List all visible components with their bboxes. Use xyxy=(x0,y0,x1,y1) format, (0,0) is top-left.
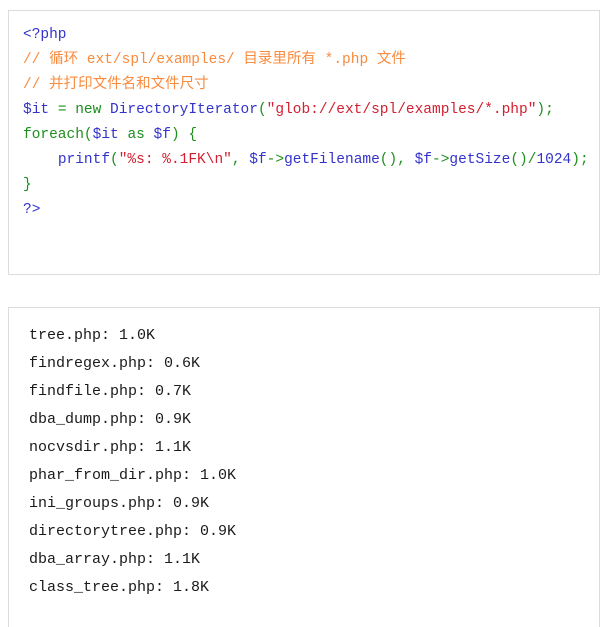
output-line: dba_array.php: 1.1K xyxy=(29,551,201,568)
output-line: phar_from_dir.php: 1.0K xyxy=(29,467,237,484)
output-line: ini_groups.php: 0.9K xyxy=(29,495,210,512)
code-token-punct: } xyxy=(23,177,32,193)
code-token-punct: , xyxy=(397,152,406,168)
code-token-kw: foreach xyxy=(23,127,84,143)
code-token-fn: getFilename xyxy=(284,152,380,168)
code-token-comment: // 并打印文件名和文件尺寸 xyxy=(23,77,209,93)
output-line: class_tree.php: 1.8K xyxy=(29,579,210,596)
code-token-punct: -> xyxy=(432,152,450,168)
code-token-var: $it xyxy=(92,127,119,143)
code-token-punct: ) xyxy=(571,152,580,168)
page-root: <?php // 循环 ext/spl/examples/ 目录里所有 *.php… xyxy=(0,0,614,627)
line-comment-1: // 循环 ext/spl/examples/ 目录里所有 *.php 文件 xyxy=(23,48,599,73)
output-line: findfile.php: 0.7K xyxy=(29,383,192,400)
code-token-fn: getSize xyxy=(449,152,511,168)
code-token-tag: ?> xyxy=(23,202,41,218)
code-token-punct: () xyxy=(510,152,528,168)
code-token-punct: ( xyxy=(110,152,119,168)
output-line: nocvsdir.php: 1.1K xyxy=(29,439,192,456)
line-assign-iterator: $it = new DirectoryIterator("glob://ext/… xyxy=(23,98,599,123)
output-line: findregex.php: 0.6K xyxy=(29,355,201,372)
code-token-kw: as xyxy=(127,127,145,143)
code-token-kw: new xyxy=(75,102,102,118)
code-token-var: $it xyxy=(23,102,50,118)
code-token-kw: = xyxy=(57,102,67,118)
code-token-fn: printf xyxy=(57,152,111,168)
output-line: directorytree.php: 0.9K xyxy=(29,523,237,540)
code-token-var: $f xyxy=(249,152,267,168)
code-token-punct: , xyxy=(231,152,241,168)
code-token-punct: -> xyxy=(266,152,285,168)
output-line: tree.php: 1.0K xyxy=(29,327,156,344)
code-token-punct: () xyxy=(379,152,398,168)
code-token-punct: ( xyxy=(257,102,267,118)
line-close-tag: ?> xyxy=(23,198,599,223)
code-token-var: $f xyxy=(414,152,433,168)
code-token-punct: ; xyxy=(545,102,554,118)
line-comment-2: // 并打印文件名和文件尺寸 xyxy=(23,73,599,98)
code-token-punct: ) xyxy=(170,127,180,143)
line-foreach: foreach($it as $f) { xyxy=(23,123,599,148)
line-close-brace: } xyxy=(23,173,599,198)
code-token-comment: // 循环 ext/spl/examples/ 目录里所有 *.php 文件 xyxy=(23,52,406,68)
line-open-tag: <?php xyxy=(23,23,599,48)
code-token-cls: DirectoryIterator xyxy=(110,102,258,118)
output-line: dba_dump.php: 0.9K xyxy=(29,411,192,428)
code-token-punct: ; xyxy=(579,152,589,168)
code-token-tag: <?php xyxy=(23,27,67,43)
program-output-body[interactable]: tree.php: 1.0K findregex.php: 0.6K findfil… xyxy=(9,308,599,602)
code-token-punct: ( xyxy=(83,127,93,143)
code-token-num: 1024 xyxy=(536,152,572,168)
php-code-body[interactable]: <?php // 循环 ext/spl/examples/ 目录里所有 *.php… xyxy=(9,11,599,223)
line-printf: printf("%s: %.1FK\n", $f->getFilename(),… xyxy=(23,148,599,173)
code-token-var: $f xyxy=(153,127,171,143)
code-token-punct: ) xyxy=(536,102,546,118)
php-code-panel: <?php // 循环 ext/spl/examples/ 目录里所有 *.php… xyxy=(8,10,600,275)
program-output-panel: tree.php: 1.0K findregex.php: 0.6K findfil… xyxy=(8,307,600,627)
code-token-str: "%s: %.1FK\n" xyxy=(118,152,232,168)
code-token-str: "glob://ext/spl/examples/*.php" xyxy=(266,102,537,118)
code-token-punct: { xyxy=(188,127,198,143)
